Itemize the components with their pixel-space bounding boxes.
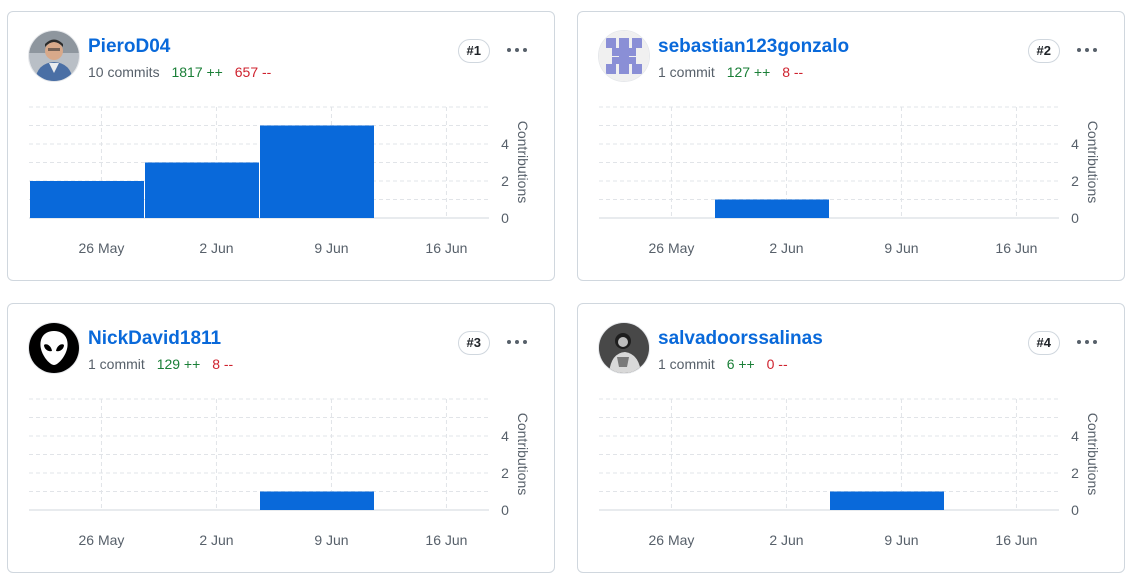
x-tick-label: 26 May [648,240,694,256]
y-tick-label: 0 [1071,502,1079,518]
contribution-bar[interactable] [260,491,374,511]
y-axis-label: Contributions [515,121,531,204]
x-tick-label: 9 Jun [314,240,348,256]
contribution-bar[interactable] [260,125,374,219]
y-tick-label: 2 [1071,173,1079,189]
x-tick-label: 2 Jun [199,532,233,548]
y-tick-label: 0 [501,210,509,226]
x-tick-label: 16 Jun [995,532,1037,548]
y-tick-label: 4 [501,428,509,444]
x-tick-label: 9 Jun [314,532,348,548]
contributor-card: PieroD04 10 commits 1817 ++ 657 -- #1 26… [7,11,555,281]
x-tick-label: 2 Jun [769,240,803,256]
y-tick-label: 0 [1071,210,1079,226]
contribution-bar[interactable] [830,491,944,511]
contribution-bar[interactable] [145,162,259,219]
x-tick-label: 2 Jun [199,240,233,256]
contribution-chart: 26 May 2 Jun 9 Jun 16 Jun 0 2 4 Contributions [599,398,1101,548]
x-tick-label: 9 Jun [884,532,918,548]
y-tick-label: 2 [1071,465,1079,481]
x-tick-label: 16 Jun [425,240,467,256]
x-tick-label: 26 May [78,240,124,256]
x-tick-label: 16 Jun [995,240,1037,256]
contribution-bar[interactable] [30,181,144,218]
contributor-card: sebastian123gonzalo 1 commit 127 ++ 8 --… [577,11,1125,281]
contribution-chart: 26 May 2 Jun 9 Jun 16 Jun 0 2 4 Contributions [29,398,531,548]
x-tick-label: 16 Jun [425,532,467,548]
contribution-chart: 26 May 2 Jun 9 Jun 16 Jun 0 2 4 Contributions [599,106,1101,256]
y-axis-label: Contributions [1085,413,1101,496]
x-tick-label: 26 May [648,532,694,548]
y-axis-label: Contributions [1085,121,1101,204]
y-tick-label: 4 [1071,428,1079,444]
x-tick-label: 2 Jun [769,532,803,548]
x-tick-label: 26 May [78,532,124,548]
y-axis-label: Contributions [515,413,531,496]
y-tick-label: 0 [501,502,509,518]
y-tick-label: 2 [501,173,509,189]
y-tick-label: 2 [501,465,509,481]
contribution-bar[interactable] [715,199,829,219]
y-tick-label: 4 [1071,136,1079,152]
contributor-card: salvadoorssalinas 1 commit 6 ++ 0 -- #4 … [577,303,1125,573]
y-tick-label: 4 [501,136,509,152]
contribution-chart: 26 May 2 Jun 9 Jun 16 Jun 0 2 4 Contributions [29,106,531,256]
x-tick-label: 9 Jun [884,240,918,256]
contributor-card: NickDavid1811 1 commit 129 ++ 8 -- #3 26… [7,303,555,573]
